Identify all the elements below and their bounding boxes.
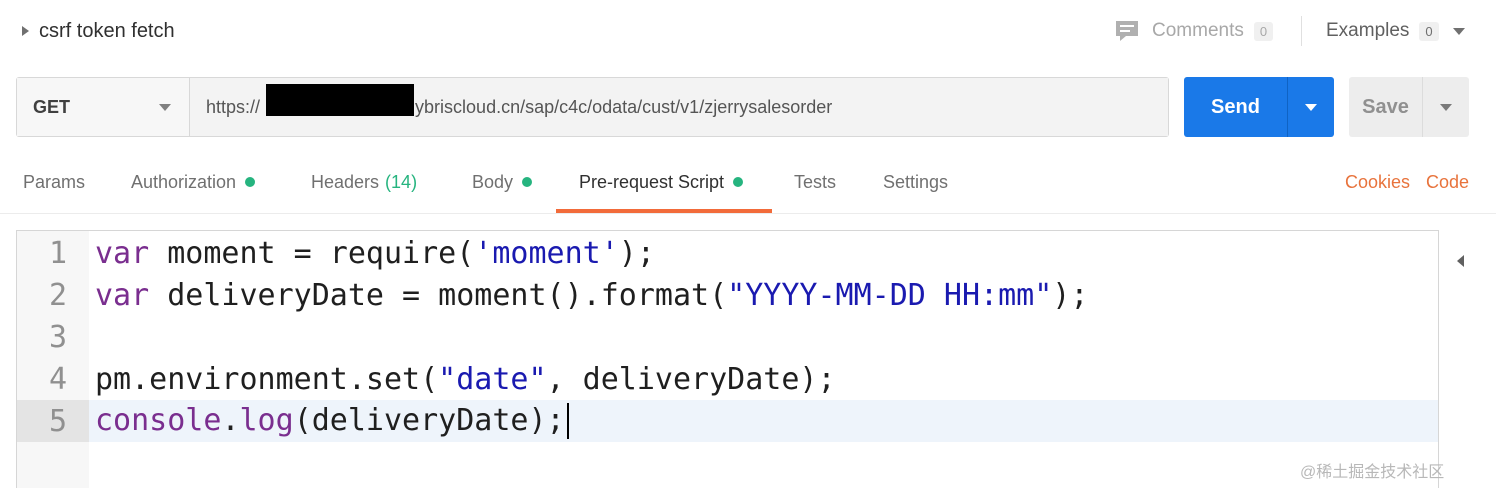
cookies-link[interactable]: Cookies bbox=[1345, 152, 1410, 212]
send-options-dropdown[interactable] bbox=[1288, 77, 1334, 137]
tab-label: Pre-request Script bbox=[579, 171, 725, 192]
url-input[interactable]: https:// hybriscloud.cn/sap/c4c/odata/cus… bbox=[190, 78, 1168, 136]
code-link[interactable]: Code bbox=[1426, 152, 1469, 212]
line-number: 5 bbox=[17, 400, 89, 442]
tab-authorization[interactable]: Authorization bbox=[131, 152, 256, 212]
tab-settings[interactable]: Settings bbox=[883, 152, 948, 212]
script-editor[interactable]: 1 var moment = require('moment'); 2 var … bbox=[16, 230, 1439, 488]
examples-label: Examples bbox=[1326, 20, 1410, 41]
status-dot bbox=[245, 177, 256, 187]
caret-left-icon[interactable] bbox=[1457, 255, 1464, 267]
code-lines: 1 var moment = require('moment'); 2 var … bbox=[17, 232, 1438, 442]
chevron-down-icon bbox=[1440, 103, 1452, 111]
tab-label: Params bbox=[23, 171, 86, 192]
examples-dropdown[interactable]: Examples 0 bbox=[1326, 16, 1465, 46]
watermark: @稀土掘金技术社区 bbox=[1300, 464, 1445, 481]
save-options-dropdown[interactable] bbox=[1423, 77, 1469, 137]
text-cursor bbox=[566, 403, 569, 440]
request-name-toggle[interactable]: csrf token fetch bbox=[22, 18, 175, 44]
save-label: Save bbox=[1362, 95, 1409, 118]
tab-label: Headers bbox=[311, 171, 380, 192]
tab-count: (14) bbox=[385, 171, 418, 192]
chevron-down-icon bbox=[1305, 103, 1317, 111]
redaction-box bbox=[266, 84, 414, 116]
code-line[interactable]: 4 pm.environment.set("date", deliveryDat… bbox=[17, 358, 1438, 400]
code-text: console.log(deliveryDate); bbox=[89, 403, 569, 440]
line-number: 3 bbox=[48, 319, 67, 355]
line-number: 2 bbox=[48, 277, 67, 313]
request-bar: GET https:// hybriscloud.cn/sap/c4c/odata… bbox=[16, 77, 1169, 137]
code-line[interactable]: 1 var moment = require('moment'); bbox=[17, 232, 1438, 274]
tab-label: Settings bbox=[883, 171, 949, 192]
save-button[interactable]: Save bbox=[1349, 77, 1469, 137]
line-number: 4 bbox=[48, 361, 67, 397]
code-text: pm.environment.set("date", deliveryDate)… bbox=[95, 361, 836, 397]
tab-pre-request-script[interactable]: Pre-request Script bbox=[579, 152, 744, 212]
status-dot bbox=[522, 177, 533, 187]
comments-button[interactable]: Comments 0 bbox=[1114, 16, 1274, 46]
status-dot bbox=[733, 177, 744, 187]
code-line[interactable]: 3 bbox=[17, 316, 1438, 358]
url-suffix: hybriscloud.cn/sap/c4c/odata/cust/v1/zje… bbox=[405, 96, 833, 117]
send-button[interactable]: Send bbox=[1184, 77, 1334, 137]
tab-label: Authorization bbox=[131, 171, 237, 192]
request-tabs: Params Authorization Headers (14) Body P… bbox=[0, 152, 1496, 214]
code-line[interactable]: 2 var deliveryDate = moment().format("YY… bbox=[17, 274, 1438, 316]
request-header: csrf token fetch Comments 0 Examples 0 bbox=[0, 0, 1496, 62]
comments-label: Comments bbox=[1152, 20, 1244, 41]
tab-tests[interactable]: Tests bbox=[794, 152, 836, 212]
tab-params[interactable]: Params bbox=[23, 152, 85, 212]
url-prefix: https:// bbox=[206, 96, 261, 117]
tab-label: Tests bbox=[794, 171, 837, 192]
tab-headers[interactable]: Headers (14) bbox=[311, 152, 417, 212]
examples-count-badge: 0 bbox=[1419, 21, 1439, 41]
method-select[interactable]: GET bbox=[17, 78, 190, 136]
chevron-down-icon bbox=[1452, 27, 1465, 35]
chevron-down-icon bbox=[159, 103, 171, 111]
caret-right-icon[interactable] bbox=[22, 26, 29, 36]
code-line-active[interactable]: 5 console.log(deliveryDate); bbox=[17, 400, 1438, 442]
comments-count-badge: 0 bbox=[1253, 21, 1274, 41]
tab-label: Body bbox=[472, 171, 514, 192]
code-text: var deliveryDate = moment().format("YYYY… bbox=[95, 277, 1089, 313]
comment-bubble-icon bbox=[1116, 21, 1138, 41]
request-name: csrf token fetch bbox=[39, 19, 175, 42]
tab-body[interactable]: Body bbox=[472, 152, 533, 212]
code-text: var moment = require('moment'); bbox=[95, 235, 655, 271]
send-label: Send bbox=[1211, 95, 1260, 118]
method-label: GET bbox=[33, 96, 71, 117]
line-number: 1 bbox=[48, 235, 67, 271]
tabs-divider bbox=[0, 213, 1496, 214]
header-divider bbox=[1301, 16, 1302, 46]
